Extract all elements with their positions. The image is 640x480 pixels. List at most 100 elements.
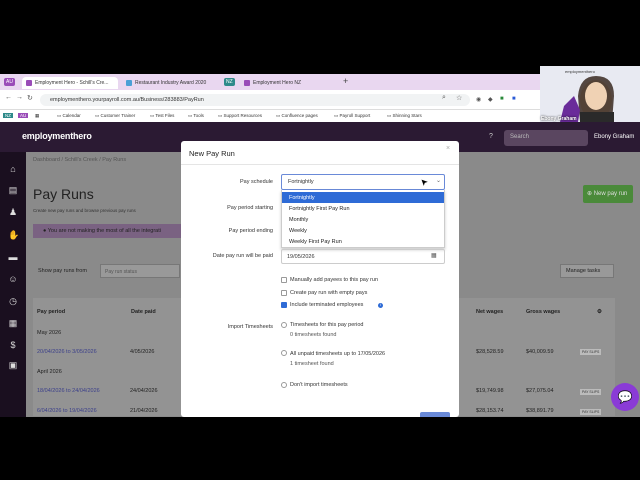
bookmark-item[interactable]: ▭ Calendar	[57, 113, 81, 119]
pay-period-link[interactable]: 20/04/2026 to 3/05/2026	[37, 349, 97, 355]
employment-hero-watermark: employmenthero	[565, 69, 595, 74]
modal-divider	[181, 164, 459, 165]
report-icon[interactable]: ▣	[8, 360, 18, 370]
bookmark-item[interactable]: ▭ Support Resources	[218, 113, 262, 119]
forward-icon[interactable]: →	[16, 94, 23, 101]
browser-tab-restaurant-award[interactable]: Restaurant Industry Award 2020	[122, 77, 220, 89]
tab-label: Restaurant Industry Award 2020	[135, 80, 207, 86]
bookmark-badge[interactable]: NZ	[3, 113, 13, 118]
pay-period-link[interactable]: 18/04/2026 to 24/04/2026	[37, 388, 100, 394]
briefcase-icon[interactable]: ▤	[8, 185, 18, 195]
timesheet-count: 1 timesheet found	[290, 361, 334, 367]
folder-icon[interactable]: ▬	[8, 252, 18, 262]
breadcrumb-business[interactable]: Schill's Creek	[65, 157, 98, 163]
new-pay-run-button[interactable]: ⊕ New pay run	[583, 185, 633, 203]
schedule-option[interactable]: Fortnightly First Pay Run	[282, 203, 444, 214]
settings-gear-icon[interactable]: ⚙	[597, 309, 602, 315]
android-icon[interactable]: ♟	[8, 207, 18, 217]
bookmark-item[interactable]: ▭ Confluence pages	[276, 113, 318, 119]
search-input[interactable]: Search	[504, 130, 588, 146]
pay-run-status-select[interactable]: Pay run status	[100, 264, 180, 278]
group-header: April 2026	[37, 369, 62, 375]
column-header[interactable]: Pay period	[37, 309, 65, 315]
chevron-down-icon[interactable]: ⌄	[436, 177, 441, 184]
pay-period-link[interactable]: 6/04/2026 to 19/04/2026	[37, 408, 97, 414]
pay-schedule-dropdown: Fortnightly Fortnightly First Pay Run Mo…	[281, 190, 445, 248]
browser-tab-employment-hero-nz[interactable]: Employment Hero NZ	[240, 77, 336, 89]
home-icon[interactable]: ⌂	[8, 164, 18, 174]
webcam-overlay	[540, 66, 640, 122]
pay-slips-badge[interactable]: PAY SLIPS	[580, 389, 602, 395]
empty-pays-checkbox[interactable]	[281, 290, 287, 296]
extension-icon[interactable]: ■	[512, 96, 516, 102]
timesheets-period-radio[interactable]	[281, 322, 287, 328]
calendar-icon[interactable]: ▦	[8, 318, 18, 328]
extension-icon[interactable]: ◉	[476, 96, 481, 103]
user-menu[interactable]: Ebony Graham	[594, 134, 634, 140]
bookmark-badge[interactable]: AU	[18, 113, 29, 118]
breadcrumb-dashboard[interactable]: Dashboard	[33, 157, 60, 163]
no-import-radio[interactable]	[281, 382, 287, 388]
column-header[interactable]: Net wages	[476, 309, 503, 315]
breadcrumb-current: Pay Runs	[102, 157, 127, 163]
calendar-icon[interactable]: ▦	[431, 252, 437, 259]
net-wages: $19,749.98	[476, 388, 504, 394]
chat-icon[interactable]: 💬	[611, 383, 639, 411]
new-tab-button[interactable]: +	[343, 76, 348, 86]
bookmarks-bar: NZ AU ▦ ▭ Calendar ▭ Customer Trainer ▭ …	[0, 110, 540, 122]
gross-wages: $38,891.79	[526, 408, 554, 414]
radio-label: Timesheets for this pay period	[290, 322, 364, 328]
schedule-option[interactable]: Weekly First Pay Run	[282, 236, 444, 247]
manual-payees-checkbox[interactable]	[281, 277, 287, 283]
date-paid: 21/04/2026	[130, 408, 158, 414]
bookmark-item[interactable]: ▭ Payroll Support	[334, 113, 370, 119]
column-header[interactable]: Gross wages	[526, 309, 560, 315]
page-subtitle: Create new pay runs and browse previous …	[33, 208, 136, 213]
url-input[interactable]: employmenthero.yourpayroll.com.au/Busine…	[40, 94, 470, 106]
create-button[interactable]	[420, 412, 450, 417]
zoom-icon[interactable]: ⌕	[442, 94, 446, 102]
pay-schedule-label: Pay schedule	[239, 179, 273, 185]
unpaid-timesheets-radio[interactable]	[281, 350, 287, 356]
dollar-icon[interactable]: $	[8, 340, 18, 350]
back-icon[interactable]: ←	[5, 94, 12, 101]
date-paid: 4/05/2026	[130, 349, 155, 355]
clock-icon[interactable]: ◷	[8, 296, 18, 306]
show-pay-runs-label: Show pay runs from	[38, 268, 87, 274]
star-icon[interactable]: ☆	[456, 94, 462, 102]
bookmark-item[interactable]: ▭ Test Files	[150, 113, 174, 119]
pay-slips-badge[interactable]: PAY SLIPS	[580, 349, 602, 355]
extension-icon[interactable]: ◆	[488, 96, 493, 103]
radio-label: All unpaid timesheets up to 17/05/2026	[290, 351, 386, 357]
browser-tab-employment-hero[interactable]: Employment Hero - Schill's Cre...	[22, 77, 118, 89]
column-header[interactable]: Date paid	[131, 309, 156, 315]
people-icon[interactable]: ☺	[8, 274, 18, 284]
employment-hero-logo[interactable]: employmenthero	[22, 131, 92, 141]
pay-period-starting-label: Pay period starting	[227, 205, 273, 211]
bookmark-item[interactable]: ▭ Tools	[188, 113, 204, 119]
group-header: May 2026	[37, 330, 62, 336]
schedule-option[interactable]: Fortnightly	[282, 192, 444, 203]
extension-icon[interactable]: ■	[500, 96, 504, 102]
schedule-option[interactable]: Monthly	[282, 214, 444, 225]
globe-icon	[126, 80, 132, 86]
date-paid-input[interactable]: 19/05/2026	[281, 249, 445, 264]
help-icon[interactable]: ?	[489, 133, 493, 140]
integration-banner: ● You are not making the most of all the…	[33, 224, 183, 238]
employment-hero-favicon-icon	[244, 80, 250, 86]
apps-grid-icon[interactable]: ▦	[35, 113, 39, 119]
schedule-option[interactable]: Weekly	[282, 225, 444, 236]
pay-slips-badge[interactable]: PAY SLIPS	[580, 409, 602, 415]
modal-title: New Pay Run	[189, 149, 235, 158]
reload-icon[interactable]: ↻	[27, 94, 33, 102]
include-terminated-checkbox[interactable]	[281, 302, 287, 308]
manage-tasks-button[interactable]: Manage tasks	[560, 264, 614, 278]
info-icon[interactable]: i	[378, 303, 383, 308]
presenter-name: Ebony Graham	[541, 116, 577, 122]
tab-label: Employment Hero - Schill's Cre...	[35, 80, 109, 86]
handshake-icon[interactable]: ✋	[8, 230, 19, 240]
bookmark-item[interactable]: ▭ Customer Trainer	[95, 113, 135, 119]
bookmark-item[interactable]: ▭ Shinning Stars	[387, 113, 422, 119]
checkbox-label: Include terminated employees	[290, 302, 364, 308]
close-icon[interactable]: ×	[446, 145, 450, 152]
